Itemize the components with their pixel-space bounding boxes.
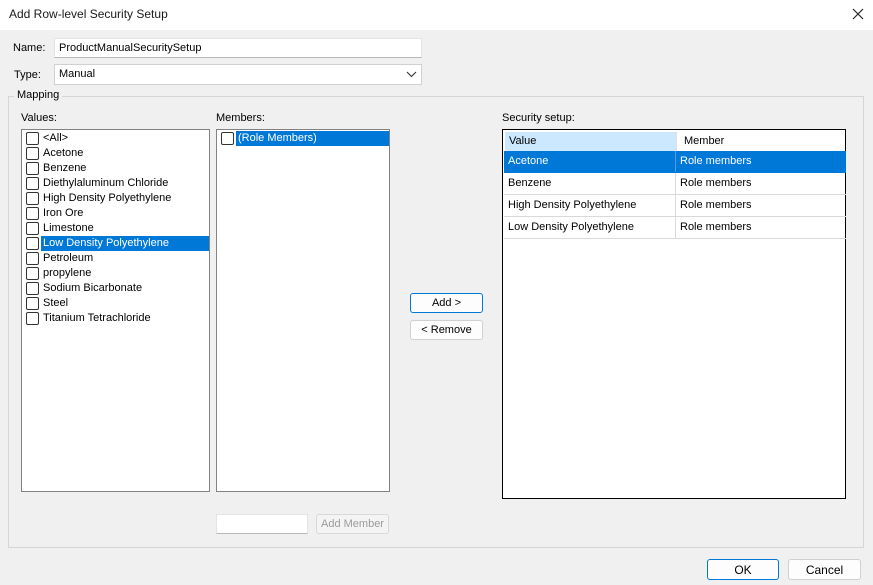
- checkbox[interactable]: [26, 132, 39, 145]
- checkbox[interactable]: [26, 267, 39, 280]
- cancel-button[interactable]: Cancel: [788, 559, 861, 580]
- type-label: Type:: [14, 69, 41, 81]
- checkbox[interactable]: [221, 132, 234, 145]
- members-label: Members:: [216, 112, 265, 124]
- checkbox[interactable]: [26, 252, 39, 265]
- members-listbox[interactable]: (Role Members): [216, 129, 390, 492]
- checkbox[interactable]: [26, 312, 39, 325]
- checkbox[interactable]: [26, 162, 39, 175]
- values-list-item-label: Sodium Bicarbonate: [43, 282, 143, 294]
- values-list-item-label: High Density Polyethylene: [43, 192, 172, 204]
- cell-value: Benzene: [508, 177, 552, 189]
- type-select[interactable]: Manual: [54, 64, 422, 85]
- close-button[interactable]: [845, 2, 871, 26]
- values-listbox[interactable]: <All> Acetone Benzene Diethylaluminum Chlor…: [21, 129, 210, 492]
- values-list-item-label: Benzene: [43, 162, 87, 174]
- ok-button[interactable]: OK: [707, 559, 779, 580]
- values-list-item-label: Petroleum: [43, 252, 94, 264]
- checkbox[interactable]: [26, 177, 39, 190]
- add-member-button[interactable]: Add Member: [316, 514, 389, 534]
- values-list-item-label: Titanium Tetrachloride: [43, 312, 151, 324]
- add-button[interactable]: Add >: [410, 293, 483, 313]
- chevron-down-icon: [406, 71, 417, 78]
- checkbox[interactable]: [26, 222, 39, 235]
- cell-value: Acetone: [508, 155, 549, 167]
- members-list-item-label: (Role Members): [236, 131, 389, 146]
- table-row[interactable]: Benzene Role members: [504, 173, 846, 195]
- close-icon: [852, 8, 864, 20]
- mapping-group-title: Mapping: [14, 89, 63, 101]
- values-list-item-label: Iron Ore: [43, 207, 84, 219]
- name-label: Name:: [13, 42, 46, 54]
- checkbox[interactable]: [26, 282, 39, 295]
- type-select-value: Manual: [59, 68, 96, 80]
- table-row[interactable]: High Density Polyethylene Role members: [504, 195, 846, 217]
- cell-value: High Density Polyethylene: [508, 199, 637, 211]
- window-title: Add Row-level Security Setup: [9, 7, 168, 21]
- add-member-input[interactable]: [216, 514, 308, 534]
- values-list-item-label: Limestone: [43, 222, 94, 234]
- name-input[interactable]: ProductManualSecuritySetup: [54, 38, 422, 58]
- cell-member: Role members: [680, 155, 752, 167]
- cell-value: Low Density Polyethylene: [508, 221, 634, 233]
- checkbox[interactable]: [26, 192, 39, 205]
- values-label: Values:: [21, 112, 57, 124]
- column-divider: [676, 132, 677, 151]
- column-header-value[interactable]: Value: [505, 132, 676, 151]
- remove-button[interactable]: < Remove: [410, 320, 483, 340]
- cell-member: Role members: [680, 199, 752, 211]
- checkbox[interactable]: [26, 147, 39, 160]
- values-list-item-label: Acetone: [43, 147, 84, 159]
- security-setup-grid[interactable]: Value Member Acetone Role members Benzene R…: [502, 129, 846, 499]
- security-setup-label: Security setup:: [502, 112, 575, 124]
- values-list-item-label: Diethylaluminum Chloride: [43, 177, 169, 189]
- table-row[interactable]: Acetone Role members: [504, 151, 846, 173]
- values-list-item-label: propylene: [43, 267, 92, 279]
- checkbox[interactable]: [26, 207, 39, 220]
- table-row[interactable]: Low Density Polyethylene Role members: [504, 217, 846, 239]
- values-list-item-label: <All>: [43, 132, 69, 144]
- name-input-value: ProductManualSecuritySetup: [59, 42, 202, 54]
- values-list-item-label: Low Density Polyethylene: [41, 236, 209, 251]
- checkbox[interactable]: [26, 297, 39, 310]
- values-list-item-label: Steel: [43, 297, 69, 309]
- cell-member: Role members: [680, 177, 752, 189]
- checkbox[interactable]: [26, 237, 39, 250]
- cell-member: Role members: [680, 221, 752, 233]
- column-header-member[interactable]: Member: [678, 132, 844, 151]
